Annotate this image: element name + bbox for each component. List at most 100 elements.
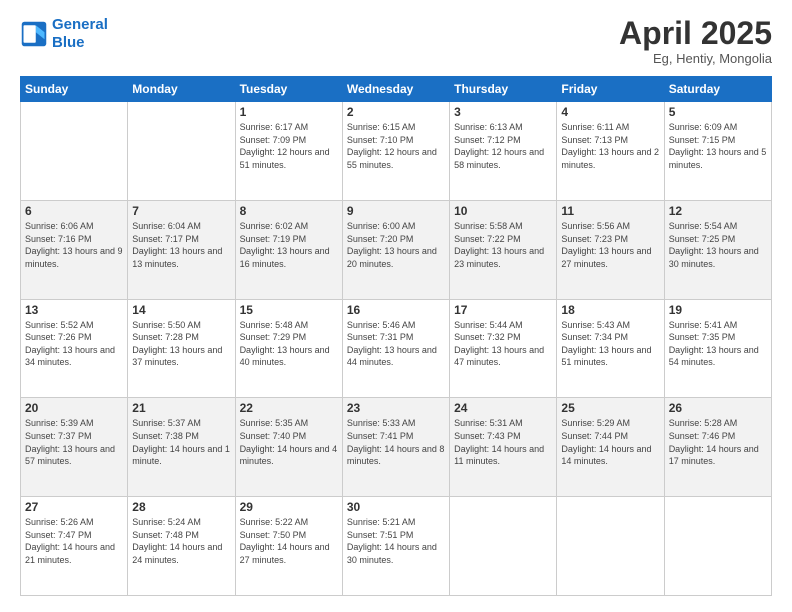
day-number: 7 xyxy=(132,204,230,218)
logo: General Blue xyxy=(20,16,108,52)
calendar-cell xyxy=(128,102,235,201)
calendar-cell: 1Sunrise: 6:17 AMSunset: 7:09 PMDaylight… xyxy=(235,102,342,201)
calendar-cell: 12 Sunrise: 5:54 AMSunset: 7:25 PMDayligh… xyxy=(664,200,771,299)
day-number: 28 xyxy=(132,500,230,514)
day-info: Sunrise: 6:00 AMSunset: 7:20 PMDaylight:… xyxy=(347,220,445,270)
calendar-cell: 11 Sunrise: 5:56 AMSunset: 7:23 PMDayligh… xyxy=(557,200,664,299)
day-number: 29 xyxy=(240,500,338,514)
day-number: 3 xyxy=(454,105,552,119)
col-wednesday: Wednesday xyxy=(342,77,449,102)
calendar-cell: 13 Sunrise: 5:52 AMSunset: 7:26 PMDayligh… xyxy=(21,299,128,398)
calendar-cell: 19 Sunrise: 5:41 AMSunset: 7:35 PMDayligh… xyxy=(664,299,771,398)
day-number: 8 xyxy=(240,204,338,218)
calendar-cell: 24 Sunrise: 5:31 AMSunset: 7:43 PMDayligh… xyxy=(450,398,557,497)
week-row-3: 13 Sunrise: 5:52 AMSunset: 7:26 PMDayligh… xyxy=(21,299,772,398)
day-info: Sunrise: 6:11 AMSunset: 7:13 PMDaylight:… xyxy=(561,121,659,171)
calendar-cell: 26 Sunrise: 5:28 AMSunset: 7:46 PMDayligh… xyxy=(664,398,771,497)
calendar-cell: 15Sunrise: 5:48 AMSunset: 7:29 PMDayligh… xyxy=(235,299,342,398)
calendar-cell: 20 Sunrise: 5:39 AMSunset: 7:37 PMDayligh… xyxy=(21,398,128,497)
calendar-subtitle: Eg, Hentiy, Mongolia xyxy=(619,51,772,66)
logo-icon xyxy=(20,20,48,48)
day-info: Sunrise: 5:26 AMSunset: 7:47 PMDaylight:… xyxy=(25,516,123,566)
calendar-cell: 25Sunrise: 5:29 AMSunset: 7:44 PMDayligh… xyxy=(557,398,664,497)
calendar-title: April 2025 xyxy=(619,16,772,51)
day-info: Sunrise: 5:33 AMSunset: 7:41 PMDaylight:… xyxy=(347,417,445,467)
calendar-cell: 30 Sunrise: 5:21 AMSunset: 7:51 PMDayligh… xyxy=(342,497,449,596)
day-number: 12 xyxy=(669,204,767,218)
day-info: Sunrise: 5:24 AMSunset: 7:48 PMDaylight:… xyxy=(132,516,230,566)
calendar-cell: 23Sunrise: 5:33 AMSunset: 7:41 PMDayligh… xyxy=(342,398,449,497)
logo-text: General Blue xyxy=(52,16,108,52)
calendar-cell: 16Sunrise: 5:46 AMSunset: 7:31 PMDayligh… xyxy=(342,299,449,398)
day-number: 27 xyxy=(25,500,123,514)
day-info: Sunrise: 6:09 AMSunset: 7:15 PMDaylight:… xyxy=(669,121,767,171)
day-info: Sunrise: 5:21 AMSunset: 7:51 PMDaylight:… xyxy=(347,516,445,566)
calendar-cell: 28 Sunrise: 5:24 AMSunset: 7:48 PMDayligh… xyxy=(128,497,235,596)
calendar-cell: 8 Sunrise: 6:02 AMSunset: 7:19 PMDaylight… xyxy=(235,200,342,299)
day-number: 6 xyxy=(25,204,123,218)
col-saturday: Saturday xyxy=(664,77,771,102)
day-info: Sunrise: 5:58 AMSunset: 7:22 PMDaylight:… xyxy=(454,220,552,270)
day-number: 5 xyxy=(669,105,767,119)
day-info: Sunrise: 5:41 AMSunset: 7:35 PMDaylight:… xyxy=(669,319,767,369)
day-number: 13 xyxy=(25,303,123,317)
calendar-cell xyxy=(21,102,128,201)
day-number: 11 xyxy=(561,204,659,218)
day-number: 2 xyxy=(347,105,445,119)
col-thursday: Thursday xyxy=(450,77,557,102)
calendar-cell: 9Sunrise: 6:00 AMSunset: 7:20 PMDaylight… xyxy=(342,200,449,299)
header: General Blue April 2025 Eg, Hentiy, Mong… xyxy=(20,16,772,66)
calendar-cell: 14Sunrise: 5:50 AMSunset: 7:28 PMDayligh… xyxy=(128,299,235,398)
col-monday: Monday xyxy=(128,77,235,102)
day-number: 30 xyxy=(347,500,445,514)
day-info: Sunrise: 5:44 AMSunset: 7:32 PMDaylight:… xyxy=(454,319,552,369)
day-info: Sunrise: 6:13 AMSunset: 7:12 PMDaylight:… xyxy=(454,121,552,171)
day-info: Sunrise: 5:48 AMSunset: 7:29 PMDaylight:… xyxy=(240,319,338,369)
day-info: Sunrise: 5:22 AMSunset: 7:50 PMDaylight:… xyxy=(240,516,338,566)
page: General Blue April 2025 Eg, Hentiy, Mong… xyxy=(0,0,792,612)
day-info: Sunrise: 5:29 AMSunset: 7:44 PMDaylight:… xyxy=(561,417,659,467)
day-info: Sunrise: 5:28 AMSunset: 7:46 PMDaylight:… xyxy=(669,417,767,467)
day-info: Sunrise: 6:02 AMSunset: 7:19 PMDaylight:… xyxy=(240,220,338,270)
col-sunday: Sunday xyxy=(21,77,128,102)
day-number: 4 xyxy=(561,105,659,119)
day-number: 17 xyxy=(454,303,552,317)
day-info: Sunrise: 5:39 AMSunset: 7:37 PMDaylight:… xyxy=(25,417,123,467)
day-info: Sunrise: 5:31 AMSunset: 7:43 PMDaylight:… xyxy=(454,417,552,467)
calendar-cell xyxy=(557,497,664,596)
day-info: Sunrise: 6:15 AMSunset: 7:10 PMDaylight:… xyxy=(347,121,445,171)
calendar-cell: 29 Sunrise: 5:22 AMSunset: 7:50 PMDayligh… xyxy=(235,497,342,596)
day-info: Sunrise: 5:35 AMSunset: 7:40 PMDaylight:… xyxy=(240,417,338,467)
logo-line1: General xyxy=(52,16,108,33)
calendar-cell xyxy=(664,497,771,596)
day-number: 21 xyxy=(132,401,230,415)
week-row-5: 27 Sunrise: 5:26 AMSunset: 7:47 PMDayligh… xyxy=(21,497,772,596)
calendar-cell: 2 Sunrise: 6:15 AMSunset: 7:10 PMDaylight… xyxy=(342,102,449,201)
logo-line2: Blue xyxy=(52,34,85,51)
calendar-cell: 21 Sunrise: 5:37 AMSunset: 7:38 PMDayligh… xyxy=(128,398,235,497)
col-friday: Friday xyxy=(557,77,664,102)
day-number: 26 xyxy=(669,401,767,415)
calendar-cell: 27 Sunrise: 5:26 AMSunset: 7:47 PMDayligh… xyxy=(21,497,128,596)
day-info: Sunrise: 5:52 AMSunset: 7:26 PMDaylight:… xyxy=(25,319,123,369)
day-number: 10 xyxy=(454,204,552,218)
week-row-2: 6Sunrise: 6:06 AMSunset: 7:16 PMDaylight… xyxy=(21,200,772,299)
day-number: 1 xyxy=(240,105,338,119)
day-number: 24 xyxy=(454,401,552,415)
col-tuesday: Tuesday xyxy=(235,77,342,102)
day-number: 20 xyxy=(25,401,123,415)
calendar-table: Sunday Monday Tuesday Wednesday Thursday… xyxy=(20,76,772,596)
title-block: April 2025 Eg, Hentiy, Mongolia xyxy=(619,16,772,66)
week-row-4: 20 Sunrise: 5:39 AMSunset: 7:37 PMDayligh… xyxy=(21,398,772,497)
day-info: Sunrise: 5:56 AMSunset: 7:23 PMDaylight:… xyxy=(561,220,659,270)
calendar-header-row: Sunday Monday Tuesday Wednesday Thursday… xyxy=(21,77,772,102)
day-number: 22 xyxy=(240,401,338,415)
day-info: Sunrise: 5:43 AMSunset: 7:34 PMDaylight:… xyxy=(561,319,659,369)
day-number: 19 xyxy=(669,303,767,317)
calendar-cell: 5 Sunrise: 6:09 AMSunset: 7:15 PMDaylight… xyxy=(664,102,771,201)
calendar-cell: 10 Sunrise: 5:58 AMSunset: 7:22 PMDayligh… xyxy=(450,200,557,299)
day-info: Sunrise: 5:37 AMSunset: 7:38 PMDaylight:… xyxy=(132,417,230,467)
calendar-cell: 22 Sunrise: 5:35 AMSunset: 7:40 PMDayligh… xyxy=(235,398,342,497)
calendar-cell: 17 Sunrise: 5:44 AMSunset: 7:32 PMDayligh… xyxy=(450,299,557,398)
day-info: Sunrise: 5:54 AMSunset: 7:25 PMDaylight:… xyxy=(669,220,767,270)
